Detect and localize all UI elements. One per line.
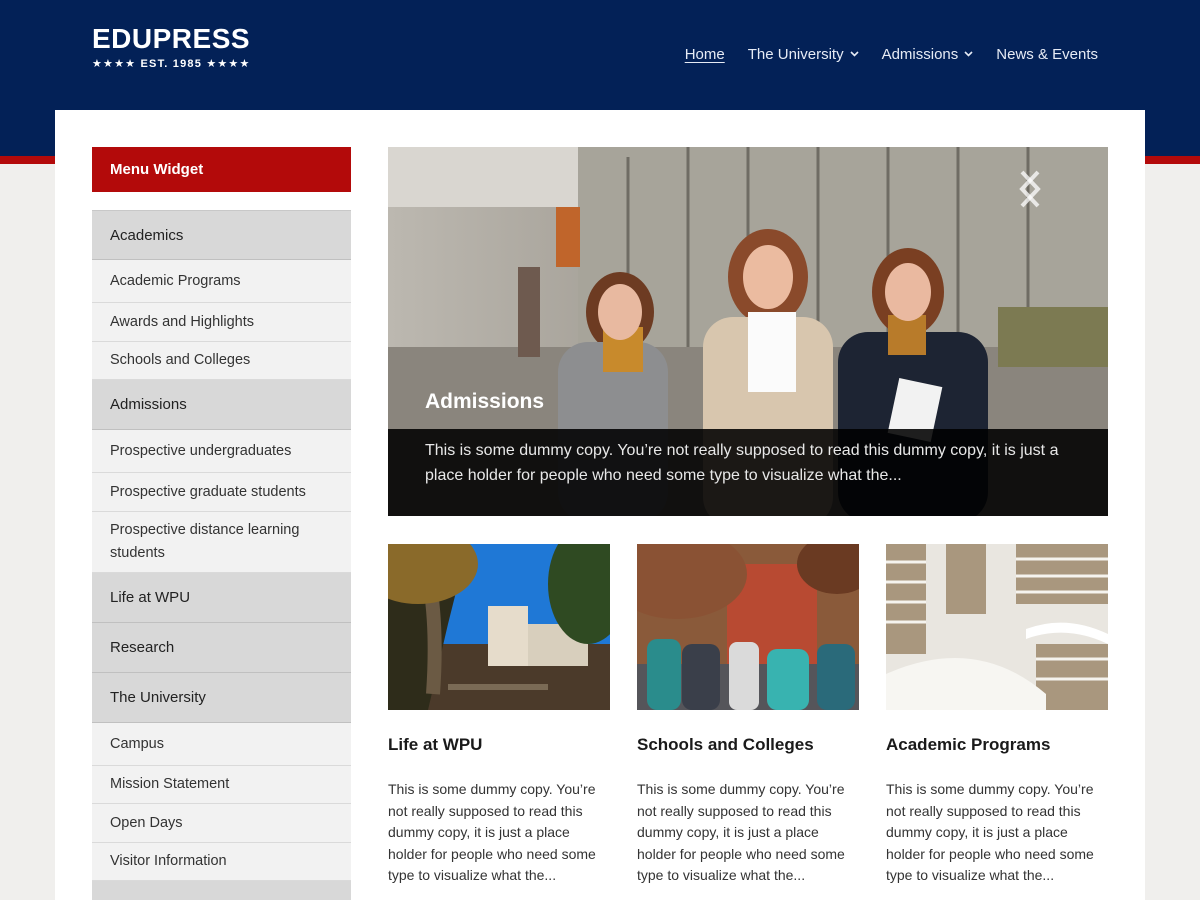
card-image[interactable]: [388, 544, 610, 710]
hero-text: This is some dummy copy. You’re not real…: [425, 442, 1059, 484]
slider-arrows: [1018, 169, 1084, 209]
card-title[interactable]: Life at WPU: [388, 735, 610, 755]
sidebar: Menu Widget Academics Academic Programs …: [92, 147, 351, 900]
sidebar-item-prospective-undergraduates[interactable]: Prospective undergraduates: [92, 430, 351, 473]
card-academic-programs: Academic Programs This is some dummy cop…: [886, 544, 1108, 887]
nav-item-home[interactable]: Home: [685, 46, 725, 63]
nav-label: Admissions: [881, 46, 959, 63]
nav-label: Home: [684, 46, 725, 63]
sidebar-item-the-university[interactable]: The University: [92, 673, 351, 723]
sidebar-item-visitor-information[interactable]: Visitor Information: [92, 843, 351, 881]
sidebar-item-admissions[interactable]: Admissions: [92, 380, 351, 430]
card-text: This is some dummy copy. You’re not real…: [388, 781, 596, 883]
main-nav: Home The University Admissions News & Ev…: [685, 46, 1098, 63]
card-title[interactable]: Academic Programs: [886, 735, 1108, 755]
sidebar-item-academics[interactable]: Academics: [92, 211, 351, 260]
chevron-down-icon: [850, 50, 859, 59]
sidebar-item-life-at-wpu[interactable]: Life at WPU: [92, 573, 351, 623]
card-title[interactable]: Schools and Colleges: [637, 735, 859, 755]
logo-title: EDUPRESS: [92, 23, 251, 54]
sidebar-item-mission-statement[interactable]: Mission Statement: [92, 766, 351, 804]
logo-subtitle: ★★★★ EST. 1985 ★★★★: [92, 58, 251, 70]
sidebar-item-awards-highlights[interactable]: Awards and Highlights: [92, 303, 351, 342]
hero-title[interactable]: Admissions: [425, 390, 544, 414]
sidebar-item-schools-colleges[interactable]: Schools and Colleges: [92, 342, 351, 380]
sidebar-item-prospective-distance[interactable]: Prospective distance learning students: [92, 512, 351, 573]
card-image[interactable]: [886, 544, 1108, 710]
sidebar-item-research[interactable]: Research: [92, 623, 351, 673]
sidebar-item-academic-programs[interactable]: Academic Programs: [92, 260, 351, 303]
nav-label: The University: [747, 46, 844, 63]
nav-item-the-university[interactable]: The University: [748, 46, 859, 63]
menu-widget-title: Menu Widget: [92, 147, 351, 192]
sidebar-item-campus[interactable]: Campus: [92, 723, 351, 766]
card-text: This is some dummy copy. You’re not real…: [637, 781, 845, 883]
sidebar-item-prospective-graduate[interactable]: Prospective graduate students: [92, 473, 351, 512]
site-logo[interactable]: EDUPRESS ★★★★ EST. 1985 ★★★★: [92, 23, 251, 71]
sidebar-menu: Academics Academic Programs Awards and H…: [92, 210, 351, 900]
nav-label: News & Events: [996, 46, 1098, 63]
chevron-down-icon: [964, 50, 973, 59]
card-schools-colleges: Schools and Colleges This is some dummy …: [637, 544, 859, 887]
card-text: This is some dummy copy. You’re not real…: [886, 781, 1094, 883]
chevron-right-icon[interactable]: [1020, 169, 1084, 209]
nav-item-admissions[interactable]: Admissions: [882, 46, 974, 63]
sidebar-item-partial[interactable]: [92, 881, 351, 900]
nav-item-news-events[interactable]: News & Events: [996, 46, 1098, 63]
hero-slider[interactable]: Admissions This is some dummy copy. You’…: [388, 147, 1108, 516]
sidebar-item-open-days[interactable]: Open Days: [92, 804, 351, 843]
card-life-at-wpu: Life at WPU This is some dummy copy. You…: [388, 544, 610, 887]
card-image[interactable]: [637, 544, 859, 710]
